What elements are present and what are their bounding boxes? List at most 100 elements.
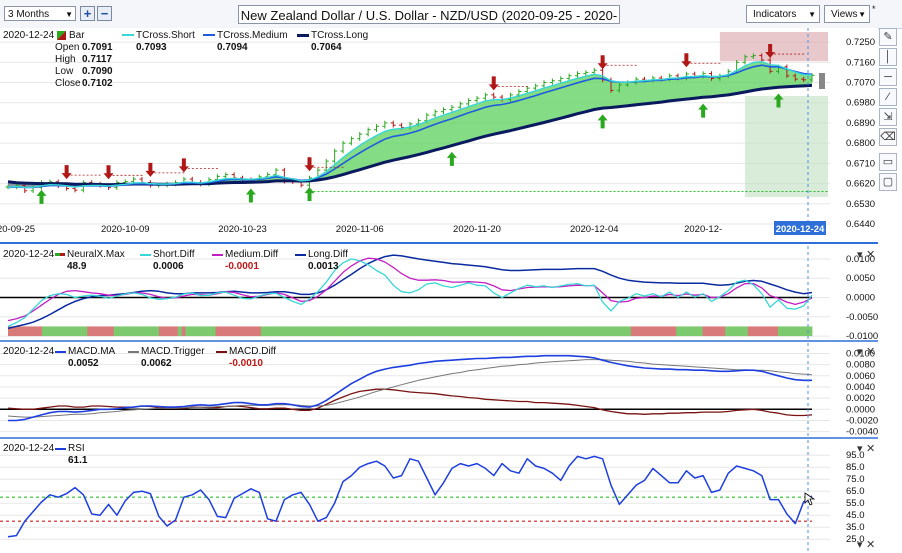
neuralx-band bbox=[374, 326, 379, 337]
neuralx-band bbox=[389, 326, 394, 337]
y-tick-label: 0.6440 bbox=[846, 219, 875, 230]
neuralx-band bbox=[253, 326, 258, 337]
range-select[interactable]: 3 Months ▼ bbox=[4, 6, 76, 21]
neuralx-band bbox=[283, 326, 288, 337]
neuralx-band bbox=[668, 326, 673, 337]
neuralx-band bbox=[177, 326, 183, 337]
y-tick-label: 85.0 bbox=[846, 462, 865, 473]
neuralx-band bbox=[596, 326, 602, 337]
neuralx-band bbox=[117, 326, 122, 337]
neuralx-band bbox=[570, 326, 575, 337]
zoom-out-button[interactable]: − bbox=[97, 6, 112, 21]
neuralx-band bbox=[121, 326, 126, 337]
neuralx-band bbox=[79, 326, 84, 337]
pin-icon[interactable]: * bbox=[872, 4, 876, 14]
neuralx-band bbox=[26, 326, 32, 337]
comment-icon[interactable]: ▭ bbox=[879, 153, 897, 171]
neuralx-band bbox=[585, 326, 590, 337]
neuralx-band bbox=[517, 326, 522, 337]
zoom-in-button[interactable]: + bbox=[80, 6, 95, 21]
y-tick-label: 0.0040 bbox=[846, 382, 875, 393]
macd-trigger-name: MACD.Trigger bbox=[141, 346, 205, 357]
neuralx-band bbox=[744, 326, 749, 337]
neuralx-band bbox=[234, 326, 239, 337]
macd-ma-swatch bbox=[55, 351, 66, 353]
neuralx-band bbox=[627, 326, 632, 337]
neuralx-band bbox=[796, 326, 802, 337]
bar-swatch-icon bbox=[57, 31, 66, 40]
y-tick-label: 0.6620 bbox=[846, 179, 875, 190]
neuralx-band bbox=[249, 326, 254, 337]
legend-tcross-medium-value: 0.7094 bbox=[217, 42, 248, 53]
neuralx-band bbox=[483, 326, 488, 337]
neuralx-band bbox=[800, 326, 805, 337]
rsi-swatch bbox=[55, 448, 66, 450]
neuralx-band bbox=[623, 326, 628, 337]
x-tick-label: 2020-12-04 bbox=[570, 224, 619, 235]
neuralx-band bbox=[510, 326, 515, 337]
neuralx-band bbox=[676, 326, 681, 337]
neuralx-band bbox=[453, 326, 458, 337]
y-tick-label: 0.7070 bbox=[846, 78, 875, 89]
neuralx-band bbox=[321, 326, 326, 337]
short-diff-name: Short.Diff bbox=[153, 249, 195, 260]
neuralx-band bbox=[102, 326, 107, 337]
views-dropdown[interactable]: Views ▼ bbox=[824, 5, 870, 23]
neuralx-band bbox=[638, 326, 643, 337]
neuralx-band bbox=[226, 326, 232, 337]
neuralx-band bbox=[83, 326, 88, 337]
screenshot-icon[interactable]: ▢ bbox=[879, 173, 897, 191]
horizontal-line-icon[interactable]: ─ bbox=[879, 68, 897, 86]
panel-close-icon: ✕ bbox=[866, 539, 875, 551]
neuralx-band bbox=[479, 326, 485, 337]
eraser-icon[interactable]: ⌫ bbox=[879, 128, 897, 146]
neuralx-band bbox=[781, 326, 786, 337]
neuralx-band bbox=[381, 326, 386, 337]
neuralx-band bbox=[170, 326, 175, 337]
panel-collapse-icon: ▾ bbox=[857, 346, 863, 358]
fib-tool-icon[interactable]: ⇲ bbox=[879, 108, 897, 126]
neuralx-band bbox=[649, 326, 654, 337]
neuralx-band bbox=[302, 326, 307, 337]
neuralx-band bbox=[672, 326, 677, 337]
neuralx-band bbox=[317, 326, 322, 337]
neuralx-band bbox=[53, 326, 58, 337]
neuralx-band bbox=[355, 326, 360, 337]
neuralx-band bbox=[309, 326, 315, 337]
macd-legend: 2020-12-24 MACD.MA 0.0052 MACD.Trigger 0… bbox=[0, 346, 420, 372]
neuralx-band bbox=[204, 326, 209, 337]
medium-diff-value: -0.0001 bbox=[225, 261, 259, 272]
rsi-legend-date: 2020-12-24 bbox=[3, 443, 55, 454]
neuralx-band bbox=[445, 326, 451, 337]
neuralx-band bbox=[291, 326, 296, 337]
macd-ma-value: 0.0052 bbox=[68, 358, 99, 369]
neuralx-band bbox=[551, 326, 556, 337]
neuralx-band bbox=[713, 326, 719, 337]
neuralx-band bbox=[362, 326, 367, 337]
neuralx-band bbox=[400, 326, 405, 337]
neuralx-band bbox=[657, 326, 662, 337]
y-tick-label: 75.0 bbox=[846, 474, 865, 485]
neuralx-band bbox=[532, 326, 537, 337]
ray-icon[interactable]: ⁄ bbox=[879, 88, 897, 106]
neuralx-band bbox=[98, 326, 103, 337]
neuralx-band bbox=[721, 326, 726, 337]
neuralx-band bbox=[38, 326, 43, 337]
neuralx-band bbox=[736, 326, 741, 337]
x-tick-label: 2020-12-24 bbox=[776, 224, 825, 235]
panel-collapse-icon: ▾ bbox=[857, 539, 863, 551]
legend-low-value: 0.7090 bbox=[82, 66, 113, 77]
neuralx-band bbox=[279, 326, 284, 337]
vertical-line-icon[interactable]: │ bbox=[879, 48, 897, 66]
neuralx-band bbox=[687, 326, 692, 337]
pencil-icon[interactable]: ✎ bbox=[879, 28, 897, 46]
neuralx-band bbox=[72, 326, 77, 337]
neuralx-band bbox=[340, 326, 345, 337]
neuralx-band bbox=[68, 326, 73, 337]
y-tick-label: 55.0 bbox=[846, 498, 865, 509]
neuralx-band bbox=[408, 326, 413, 337]
neuralx-band bbox=[45, 326, 50, 337]
indicators-dropdown[interactable]: Indicators ▼ bbox=[746, 5, 820, 23]
neuralx-band bbox=[789, 326, 794, 337]
neuralx-band bbox=[223, 326, 228, 337]
